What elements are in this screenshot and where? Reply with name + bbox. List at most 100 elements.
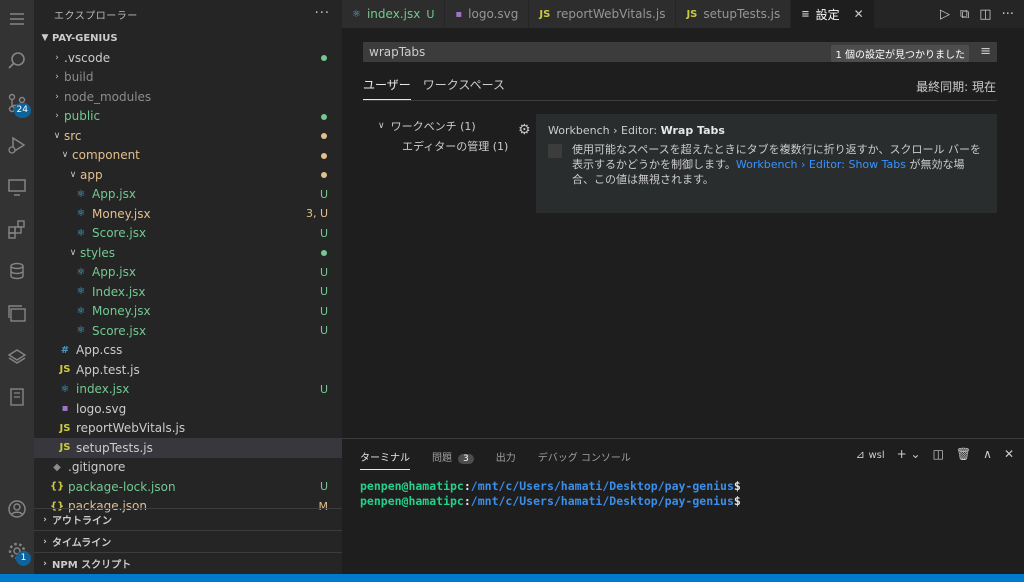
collapsed-section[interactable]: › アウトライン — [34, 508, 342, 530]
tab-problems[interactable]: 問題 3 — [432, 449, 474, 470]
file-item[interactable]: ⚛ App.jsx U — [34, 263, 342, 283]
tree-item-label: node_modules — [64, 89, 152, 104]
settings-editor: wrapTabs 1 個の設定が見つかりました ≡ ユーザー ワークスペース 最… — [342, 28, 1024, 438]
toc-workbench-label: ワークベンチ (1) — [390, 120, 476, 133]
manage-gear-icon[interactable]: 1 — [0, 536, 34, 566]
file-item[interactable]: ⚛ index.jsx U — [34, 380, 342, 400]
tab-status: U — [426, 7, 435, 21]
file-item[interactable]: ⚛ Money.jsx U — [34, 302, 342, 322]
git-status-label: U — [319, 285, 328, 299]
tab-label: reportWebVitals.js — [556, 7, 666, 21]
tab-terminal[interactable]: ターミナル — [360, 449, 410, 470]
folder-item[interactable]: ∨ styles — [34, 243, 342, 263]
tab-output[interactable]: 出力 — [496, 449, 516, 470]
file-item[interactable]: {} package-lock.json U — [34, 477, 342, 497]
split-terminal-icon[interactable]: ◫ — [933, 447, 944, 461]
more-editor-actions-icon[interactable]: ··· — [1002, 7, 1014, 22]
chevron-right-icon: › — [55, 111, 59, 122]
extensions-icon[interactable] — [0, 214, 34, 244]
split-editor-icon[interactable]: ◫ — [979, 7, 991, 22]
settings-search-input[interactable]: wrapTabs 1 個の設定が見つかりました ≡ — [363, 42, 997, 62]
file-item[interactable]: ⚛ Score.jsx U — [34, 321, 342, 341]
tree-item-label: App.jsx — [92, 265, 136, 280]
file-item[interactable]: ⚛ Money.jsx 3, U — [34, 204, 342, 224]
editor-tab[interactable]: JS reportWebVitals.js — [529, 0, 677, 28]
tree-item-label: App.css — [76, 343, 123, 358]
setting-gear-icon[interactable]: ⚙ — [518, 122, 531, 138]
wrap-tabs-checkbox[interactable] — [548, 144, 562, 158]
editor-tab[interactable]: JS setupTests.js — [676, 0, 792, 28]
collapsed-section[interactable]: › NPM スクリプト — [34, 552, 342, 574]
file-item[interactable]: ◆ .gitignore — [34, 458, 342, 478]
file-item[interactable]: ⚛ Score.jsx U — [34, 224, 342, 244]
tab-debug-console[interactable]: デバッグ コンソール — [538, 449, 631, 470]
svg-file-icon: ▪ — [455, 8, 463, 20]
maximize-panel-icon[interactable]: ∧ — [983, 447, 992, 461]
setting-prefix: Workbench › Editor: — [548, 124, 661, 137]
folder-item[interactable]: ∨ component — [34, 146, 342, 166]
react-file-icon: ⚛ — [76, 325, 86, 337]
terminal-output[interactable]: penpen@hamatipc:/mnt/c/Users/hamati/Desk… — [360, 479, 741, 509]
collapsed-section[interactable]: › タイムライン — [34, 530, 342, 552]
results-count-badge: 1 個の設定が見つかりました — [831, 45, 969, 62]
run-icon[interactable]: ▷ — [940, 7, 950, 22]
more-actions-icon[interactable]: ··· — [315, 6, 330, 21]
chevron-right-icon: › — [43, 558, 47, 569]
editor-tab[interactable]: ▪ logo.svg — [445, 0, 530, 28]
remote-explorer-icon[interactable] — [0, 172, 34, 202]
tree-item-label: Score.jsx — [92, 226, 147, 241]
tab-user[interactable]: ユーザー — [363, 76, 411, 100]
database-icon[interactable] — [0, 256, 34, 286]
notebook-icon[interactable] — [0, 382, 34, 412]
tree-item-label: app — [80, 167, 103, 182]
folder-item[interactable]: ∨ src — [34, 126, 342, 146]
file-item[interactable]: ⚛ Index.jsx U — [34, 282, 342, 302]
workspace-root[interactable]: ▼ PAY-GENIUS — [34, 28, 342, 48]
toc-item-editor[interactable]: エディターの管理 (1) — [378, 136, 508, 156]
show-tabs-link[interactable]: Workbench › Editor: Show Tabs — [736, 158, 906, 171]
file-item[interactable]: ⚛ App.jsx U — [34, 185, 342, 205]
source-control-icon[interactable]: 24 — [0, 88, 34, 118]
trash-icon[interactable]: 🗑 — [956, 447, 971, 461]
file-item[interactable]: JS reportWebVitals.js — [34, 419, 342, 439]
setting-name: Wrap Tabs — [660, 124, 725, 137]
editor-tab[interactable]: ≡ 設定 ✕ — [791, 0, 875, 28]
close-panel-icon[interactable]: ✕ — [1004, 447, 1014, 461]
open-changes-icon[interactable]: ⧉ — [960, 7, 969, 22]
folder-item[interactable]: › build — [34, 68, 342, 88]
docker-icon[interactable] — [0, 340, 34, 370]
folder-item[interactable]: › public — [34, 107, 342, 127]
folder-item[interactable]: ∨ app — [34, 165, 342, 185]
editor-tab[interactable]: ⚛ index.jsx U — [342, 0, 446, 28]
account-icon[interactable] — [0, 494, 34, 524]
terminal-user: penpen@hamatipc — [360, 494, 464, 508]
tab-label: index.jsx — [366, 7, 421, 21]
scm-badge: 24 — [13, 103, 31, 118]
run-debug-icon[interactable] — [0, 130, 34, 160]
folder-item[interactable]: › node_modules — [34, 87, 342, 107]
js-file-icon: JS — [539, 8, 551, 20]
tab-workspace[interactable]: ワークスペース — [423, 76, 505, 100]
file-item[interactable]: # App.css — [34, 341, 342, 361]
status-bar — [0, 574, 1024, 582]
file-item[interactable]: JS setupTests.js — [34, 438, 342, 458]
folder-item[interactable]: › .vscode — [34, 48, 342, 68]
close-icon[interactable]: ✕ — [854, 7, 864, 21]
new-terminal-icon[interactable]: + ⌄ — [897, 447, 921, 461]
tree-item-label: styles — [80, 245, 116, 260]
chevron-right-icon: › — [43, 514, 47, 525]
search-icon[interactable] — [0, 46, 34, 76]
panels-icon[interactable] — [0, 298, 34, 328]
hamburger-menu-icon[interactable] — [0, 4, 34, 34]
terminal-user: penpen@hamatipc — [360, 479, 464, 493]
chevron-down-icon: ▼ — [41, 33, 49, 43]
git-status-label: 3, U — [305, 207, 328, 221]
filter-icon[interactable]: ≡ — [980, 44, 991, 59]
toc-item-workbench[interactable]: ∨ ワークベンチ (1) — [378, 116, 508, 136]
terminal-linux-icon[interactable]: ⊿ wsl — [856, 448, 885, 461]
chevron-right-icon: › — [55, 52, 59, 63]
git-status-label: U — [319, 382, 328, 396]
chevron-right-icon: › — [55, 91, 59, 102]
file-item[interactable]: JS App.test.js — [34, 360, 342, 380]
file-item[interactable]: ▪ logo.svg — [34, 399, 342, 419]
